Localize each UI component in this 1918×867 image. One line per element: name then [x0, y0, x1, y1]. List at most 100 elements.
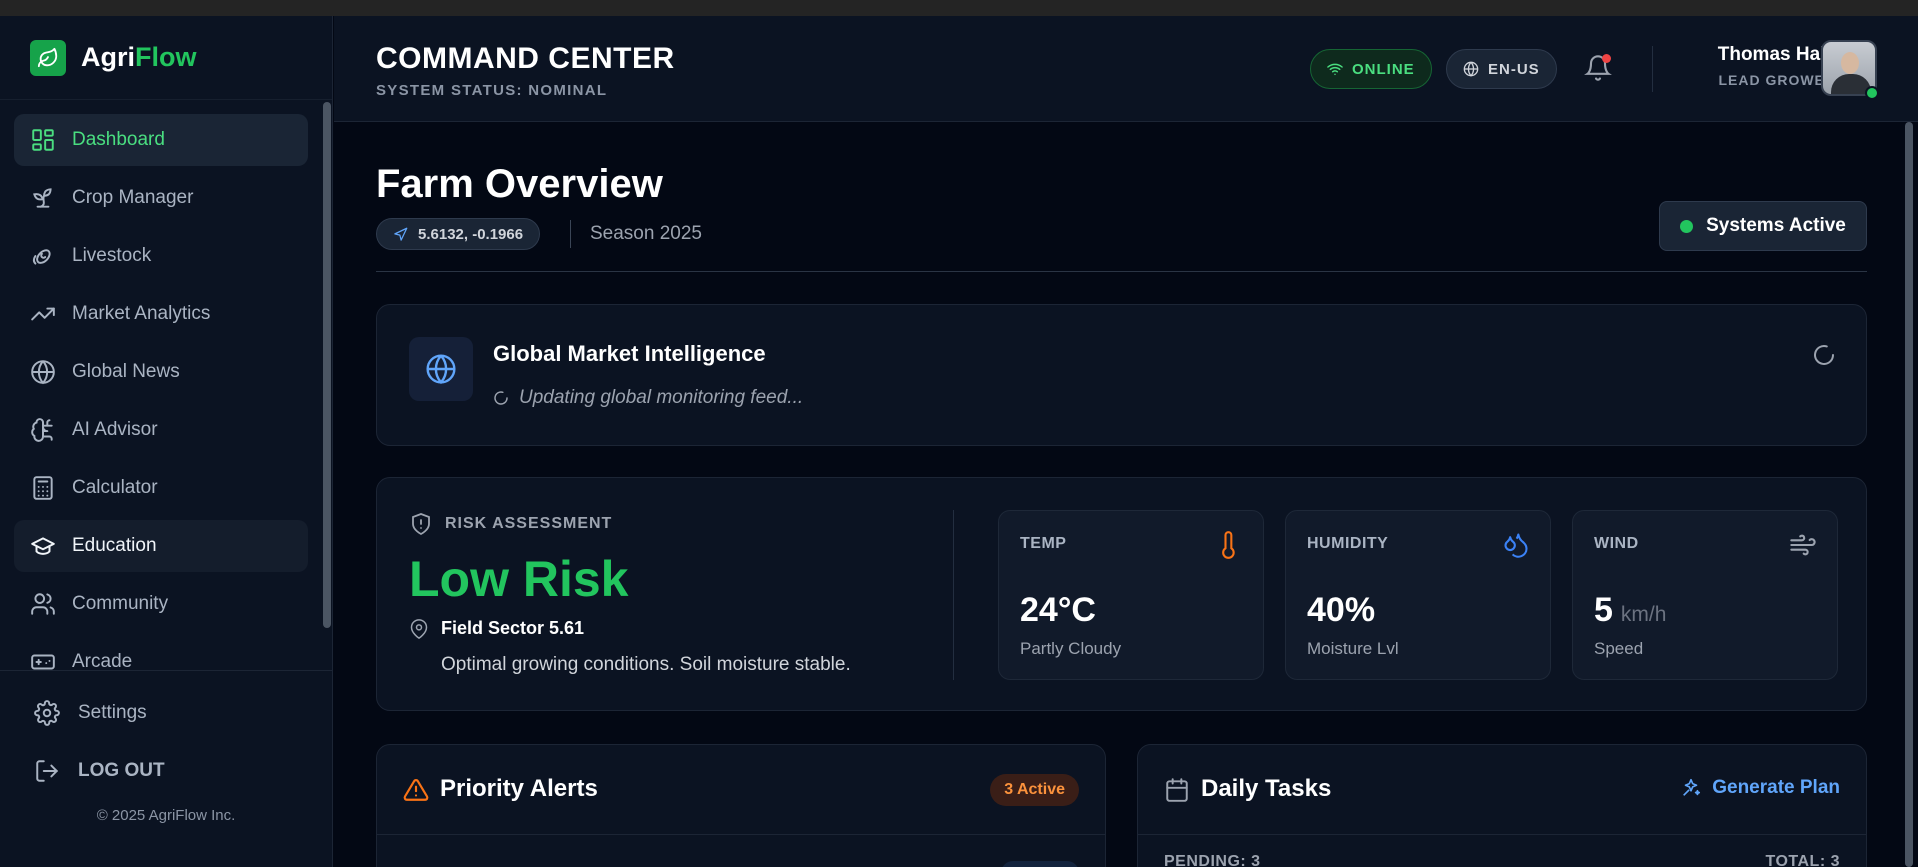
sidebar-item-calculator[interactable]: Calculator — [14, 462, 308, 514]
sidebar-footer: Settings LOG OUT © 2025 AgriFlow Inc. — [0, 670, 332, 824]
metric-value: 40% — [1307, 591, 1376, 629]
user-online-indicator — [1865, 86, 1879, 100]
globe-icon — [31, 360, 55, 385]
online-status-badge[interactable]: ONLINE — [1310, 49, 1432, 89]
market-status-text: Updating global monitoring feed... — [519, 387, 804, 408]
settings-label: Settings — [78, 702, 147, 723]
panel-header: Priority Alerts 3 Active — [377, 745, 1105, 835]
coordinates-badge: 5.6132, -0.1966 — [376, 218, 541, 250]
humidity-metric: HUMIDITY 40% Moisture Lvl — [1285, 510, 1551, 680]
daily-tasks-card: Daily Tasks Generate Plan PENDING: 3 TOT… — [1137, 744, 1867, 867]
language-selector[interactable]: EN-US — [1446, 49, 1557, 89]
shield-alert-icon — [412, 513, 430, 536]
sidebar-item-dashboard[interactable]: Dashboard — [14, 114, 308, 166]
active-alerts-badge: 3 Active — [990, 774, 1079, 806]
sidebar-item-market-analytics[interactable]: Market Analytics — [14, 288, 308, 340]
livestock-icon — [33, 249, 51, 265]
language-label: EN-US — [1488, 60, 1540, 78]
map-pin-icon — [410, 618, 428, 639]
droplets-icon — [1504, 533, 1528, 558]
notification-dot — [1602, 54, 1611, 63]
risk-description: Optimal growing conditions. Soil moistur… — [441, 654, 851, 675]
sidebar-item-education[interactable]: Education — [14, 520, 308, 572]
system-status-text: SYSTEM STATUS: NOMINAL — [376, 82, 608, 99]
overview-title: Farm Overview — [376, 162, 663, 206]
logout-label: LOG OUT — [78, 760, 165, 781]
loading-spinner-icon — [494, 391, 508, 405]
risk-level: Low Risk — [409, 551, 629, 607]
status-dot — [1680, 219, 1694, 233]
header-divider — [1652, 46, 1653, 92]
logout-icon — [36, 760, 59, 782]
divider — [570, 220, 571, 248]
divider — [953, 510, 954, 680]
users-icon — [31, 593, 55, 615]
sidebar: AgriFlow Dashboard Crop Manager Livestoc… — [0, 16, 333, 867]
dashboard-grid-icon — [32, 129, 54, 151]
calendar-icon — [1166, 778, 1188, 802]
total-count: TOTAL: 3 — [1765, 853, 1840, 867]
logout-button[interactable]: LOG OUT — [0, 745, 332, 797]
temp-metric: TEMP 24°C Partly Cloudy — [998, 510, 1264, 680]
sidebar-item-label: Market Analytics — [72, 303, 211, 324]
panel-header: Daily Tasks Generate Plan — [1138, 745, 1866, 835]
brand-name: AgriFlow — [81, 42, 197, 72]
sidebar-nav: Dashboard Crop Manager Livestock Market … — [14, 114, 308, 670]
sidebar-item-livestock[interactable]: Livestock — [14, 230, 308, 282]
sidebar-scrollbar[interactable] — [323, 102, 331, 628]
sidebar-item-arcade[interactable]: Arcade — [14, 636, 308, 670]
metric-desc: Speed — [1594, 639, 1644, 658]
sparkles-icon — [1683, 778, 1701, 796]
brand[interactable]: AgriFlow — [0, 16, 332, 100]
sidebar-item-label: Education — [72, 535, 157, 556]
sidebar-item-label: AI Advisor — [72, 419, 158, 440]
market-intelligence-card: Global Market Intelligence Updating glob… — [376, 304, 1867, 446]
globe-icon — [409, 337, 473, 401]
sidebar-item-global-news[interactable]: Global News — [14, 346, 308, 398]
user-name: Thomas Hale — [1717, 44, 1836, 65]
systems-active-label: Systems Active — [1706, 215, 1846, 236]
metric-label: WIND — [1594, 535, 1639, 552]
metric-desc: Partly Cloudy — [1020, 639, 1122, 658]
season-label: Season 2025 — [590, 223, 702, 244]
gear-icon — [34, 700, 60, 726]
window-top-strip — [0, 0, 1918, 16]
sidebar-item-label: Community — [72, 593, 169, 614]
wind-icon — [1790, 534, 1816, 556]
leaf-logo-icon — [30, 39, 66, 76]
metric-label: TEMP — [1020, 535, 1067, 552]
risk-assessment-card: RISK ASSESSMENT Low Risk Field Sector 5.… — [376, 477, 1867, 711]
systems-active-badge[interactable]: Systems Active — [1659, 201, 1867, 251]
sidebar-item-label: Calculator — [72, 477, 158, 498]
coordinates-text: 5.6132, -0.1966 — [418, 225, 524, 243]
top-header: COMMAND CENTER SYSTEM STATUS: NOMINAL ON… — [334, 16, 1918, 122]
page-title: COMMAND CENTER — [376, 42, 675, 75]
metric-value: 24°C — [1020, 591, 1096, 629]
refresh-spinner-icon[interactable] — [1812, 343, 1836, 367]
sprout-icon — [33, 188, 52, 208]
sidebar-item-community[interactable]: Community — [14, 578, 308, 630]
field-sector: Field Sector 5.61 — [409, 618, 584, 639]
wifi-icon — [1327, 63, 1343, 76]
tasks-title: Daily Tasks — [1201, 775, 1332, 802]
sidebar-item-label: Global News — [72, 361, 180, 382]
sidebar-item-ai-advisor[interactable]: AI Advisor — [14, 404, 308, 456]
generate-plan-button[interactable]: Generate Plan — [1680, 777, 1840, 799]
navigation-arrow-icon — [394, 227, 408, 241]
alert-chip[interactable] — [1001, 861, 1079, 867]
alerts-title: Priority Alerts — [440, 775, 598, 802]
priority-alerts-card: Priority Alerts 3 Active — [376, 744, 1106, 867]
settings-button[interactable]: Settings — [0, 687, 332, 739]
section-divider — [376, 271, 1867, 272]
brain-icon — [31, 418, 53, 442]
sidebar-item-label: Livestock — [72, 245, 152, 266]
graduation-cap-icon — [31, 537, 55, 555]
metric-value: 5 km/h — [1594, 591, 1667, 629]
online-label: ONLINE — [1352, 60, 1415, 78]
sidebar-item-crop-manager[interactable]: Crop Manager — [14, 172, 308, 224]
market-title: Global Market Intelligence — [493, 341, 766, 366]
sidebar-item-label: Dashboard — [72, 129, 165, 150]
main-scrollbar[interactable] — [1905, 122, 1913, 867]
trending-up-icon — [31, 307, 55, 321]
market-status: Updating global monitoring feed... — [493, 387, 803, 409]
